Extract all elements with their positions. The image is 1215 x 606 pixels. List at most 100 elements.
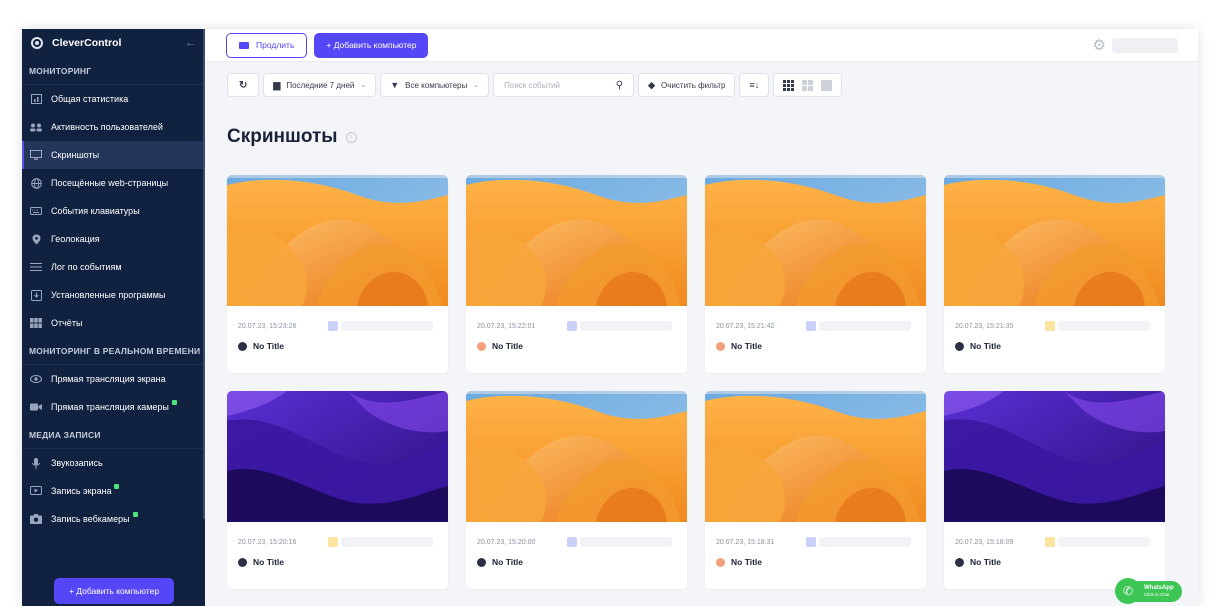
users-icon (30, 122, 42, 133)
chevron-down-icon: ⌄ (360, 82, 367, 89)
view-grid-medium-icon[interactable] (802, 79, 814, 91)
period-select-value: Последние 7 дней (286, 80, 355, 90)
eraser-icon: ◆ (648, 79, 656, 90)
sidebar-item-web-pages[interactable]: Посещённые web-страницы (22, 169, 205, 197)
screenshot-thumbnail[interactable] (705, 391, 926, 522)
collapse-arrow-icon[interactable]: ← (185, 37, 196, 49)
sidebar-item-screen-record[interactable]: Запись экрана (22, 477, 205, 505)
screenshot-card[interactable]: 20.07.23, 15:21:35 No Title (944, 175, 1165, 373)
computer-tag-icon (1045, 321, 1055, 331)
screenshot-thumbnail[interactable] (944, 391, 1165, 522)
whatsapp-label: WhatsApp (1144, 584, 1174, 591)
sidebar-item-label: Запись вебкамеры (51, 514, 130, 524)
sort-icon: ≡↓ (749, 80, 760, 90)
screenshot-card[interactable]: 20.07.23, 15:20:16 No Title (227, 391, 448, 589)
app-dot-icon (238, 557, 247, 567)
screenshot-thumbnail[interactable] (466, 175, 687, 306)
app-dot-icon (238, 341, 247, 351)
search-icon[interactable]: ⚲ (616, 80, 623, 91)
screenshot-title: No Title (731, 557, 763, 567)
screenshot-meta: 20.07.23, 15:21:42 No Title (705, 306, 926, 351)
sort-button[interactable]: ≡↓ (739, 73, 770, 97)
view-grid-large-icon[interactable] (821, 79, 833, 91)
sidebar-item-user-activity[interactable]: Активность пользователей (22, 113, 205, 141)
screenshot-meta: 20.07.23, 15:23:26 No Title (227, 306, 448, 351)
screenshot-thumbnail[interactable] (944, 175, 1165, 306)
screenshot-card[interactable]: 20.07.23, 15:18:09 No Title (944, 391, 1165, 589)
screenshot-info-row: 20.07.23, 15:20:00 (477, 535, 677, 549)
sidebar-item-installed-programs[interactable]: Установленные программы (22, 281, 205, 309)
screenshot-card[interactable]: 20.07.23, 15:18:31 No Title (705, 391, 926, 589)
screenshot-info-row: 20.07.23, 15:18:09 (955, 535, 1155, 549)
screenshot-card[interactable]: 20.07.23, 15:21:42 No Title (705, 175, 926, 373)
sidebar-item-geolocation[interactable]: Геолокация (22, 225, 205, 253)
add-computer-button[interactable]: + Добавить компьютер (314, 32, 429, 58)
sidebar-item-stats[interactable]: Общая статистика (22, 85, 205, 113)
sidebar-item-audio-record[interactable]: Звукозапись (22, 449, 205, 477)
screenshot-info-row: 20.07.23, 15:23:26 (238, 319, 438, 333)
whatsapp-chat-widget[interactable]: ✆ WhatsApp Click to Chat (1115, 578, 1182, 604)
app-dot-icon (716, 341, 725, 351)
screenshot-info-row: 20.07.23, 15:22:01 (477, 319, 677, 333)
gear-icon[interactable]: ⚙ (1093, 36, 1106, 54)
whatsapp-icon: ✆ (1115, 578, 1141, 604)
computer-name-blurred (341, 537, 433, 547)
pin-icon (30, 234, 42, 245)
sidebar-add-computer-button[interactable]: + Добавить компьютер (54, 578, 174, 604)
microphone-icon (30, 457, 42, 469)
new-badge-icon (172, 400, 177, 405)
sidebar-item-screenshots[interactable]: Скриншоты (22, 141, 205, 169)
sidebar-item-label: Геолокация (51, 234, 100, 244)
refresh-button[interactable]: ↻ (227, 73, 260, 97)
sidebar-item-reports[interactable]: Отчёты (22, 309, 205, 337)
screenshot-title: No Title (731, 341, 763, 351)
screenshot-thumbnail[interactable] (466, 391, 687, 522)
computers-select[interactable]: ▼ Все компьютеры ⌄ (380, 73, 490, 97)
sidebar-item-keyboard[interactable]: События клавиатуры (22, 197, 205, 225)
refresh-icon: ↻ (239, 79, 248, 91)
view-toggle (773, 73, 843, 97)
screenshot-card[interactable]: 20.07.23, 15:23:26 No Title (227, 175, 448, 373)
view-grid-small-icon[interactable] (783, 79, 795, 91)
sidebar-header: CleverControl ← (22, 29, 205, 57)
screen-record-icon (30, 486, 42, 497)
computer-name-blurred (580, 321, 672, 331)
sidebar: CleverControl ← МОНИТОРИНГ Общая статист… (22, 29, 205, 606)
sidebar-item-webcam-record[interactable]: Запись вебкамеры (22, 505, 205, 533)
sidebar-item-label: Прямая трансляция экрана (51, 374, 166, 384)
clear-filter-button[interactable]: ◆ Очистить фильтр (638, 73, 736, 97)
chevron-down-icon: ⌄ (473, 82, 480, 89)
computer-name-blurred (1058, 321, 1150, 331)
computer-tag-icon (567, 321, 577, 331)
computer-name-blurred (580, 537, 672, 547)
sidebar-item-event-log[interactable]: Лог по событиям (22, 253, 205, 281)
top-right-controls: ⚙ (1093, 36, 1178, 54)
screenshot-thumbnail[interactable] (705, 175, 926, 306)
period-select[interactable]: ▆ Последние 7 дней ⌄ (263, 73, 377, 97)
screenshot-card[interactable]: 20.07.23, 15:22:01 No Title (466, 175, 687, 373)
eye-icon (30, 374, 42, 385)
screenshot-info-row: 20.07.23, 15:18:31 (716, 535, 916, 549)
screenshot-date: 20.07.23, 15:20:00 (477, 538, 536, 546)
computer-name-blurred (819, 321, 911, 331)
screenshot-date: 20.07.23, 15:23:26 (238, 322, 297, 330)
info-icon[interactable]: i (345, 131, 357, 143)
sidebar-item-live-screen[interactable]: Прямая трансляция экрана (22, 365, 205, 393)
sidebar-item-label: Скриншоты (51, 150, 100, 160)
extend-button[interactable]: Продлить (226, 32, 308, 58)
screenshot-meta: 20.07.23, 15:21:35 No Title (944, 306, 1165, 351)
screenshot-info-row: 20.07.23, 15:20:16 (238, 535, 438, 549)
brand-name: CleverControl (52, 37, 122, 49)
search-input[interactable]: Поиск событий ⚲ (493, 73, 635, 97)
whatsapp-sub: Click to Chat (1144, 591, 1170, 597)
extend-button-label: Продлить (256, 40, 295, 50)
sidebar-item-live-camera[interactable]: Прямая трансляция камеры (22, 393, 205, 421)
account-name-blurred[interactable] (1112, 37, 1178, 53)
screenshot-thumbnail[interactable] (227, 175, 448, 306)
screenshot-card[interactable]: 20.07.23, 15:20:00 No Title (466, 391, 687, 589)
screenshot-title: No Title (970, 557, 1002, 567)
filter-icon: ▼ (390, 80, 400, 90)
screenshot-title: No Title (492, 341, 524, 351)
computer-name-blurred (819, 537, 911, 547)
screenshot-thumbnail[interactable] (227, 391, 448, 522)
